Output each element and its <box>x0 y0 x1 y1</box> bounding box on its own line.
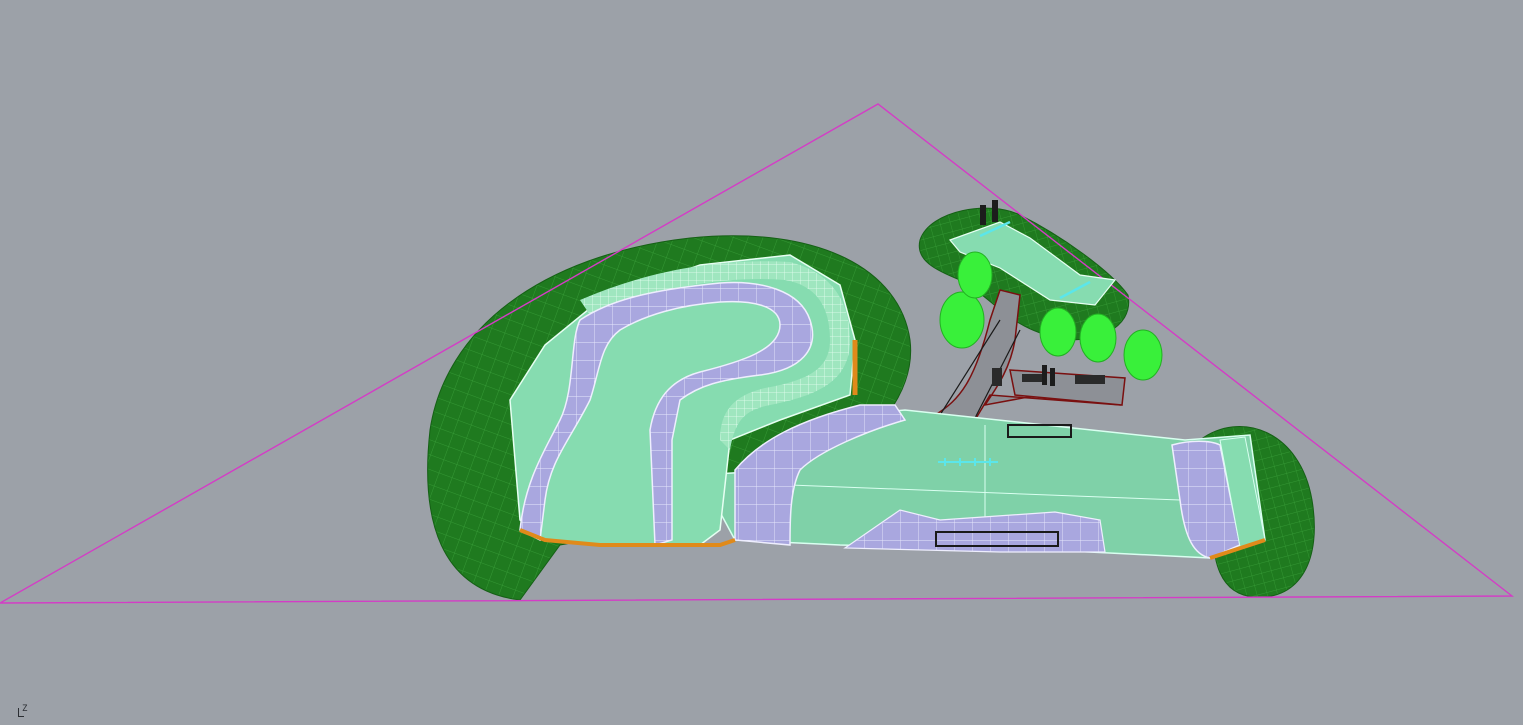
bench-2 <box>1022 374 1044 382</box>
tree-3 <box>1039 307 1077 357</box>
tree-4 <box>1079 313 1117 363</box>
viewport-scene[interactable] <box>0 0 1523 725</box>
tree-2 <box>957 251 993 299</box>
tree-1 <box>939 291 985 349</box>
bench-3 <box>992 368 1002 386</box>
z-axis-label: Z <box>22 704 28 714</box>
rhino-viewport[interactable]: Z <box>0 0 1523 725</box>
bench-1 <box>1075 375 1105 384</box>
tree-5 <box>1123 329 1163 381</box>
